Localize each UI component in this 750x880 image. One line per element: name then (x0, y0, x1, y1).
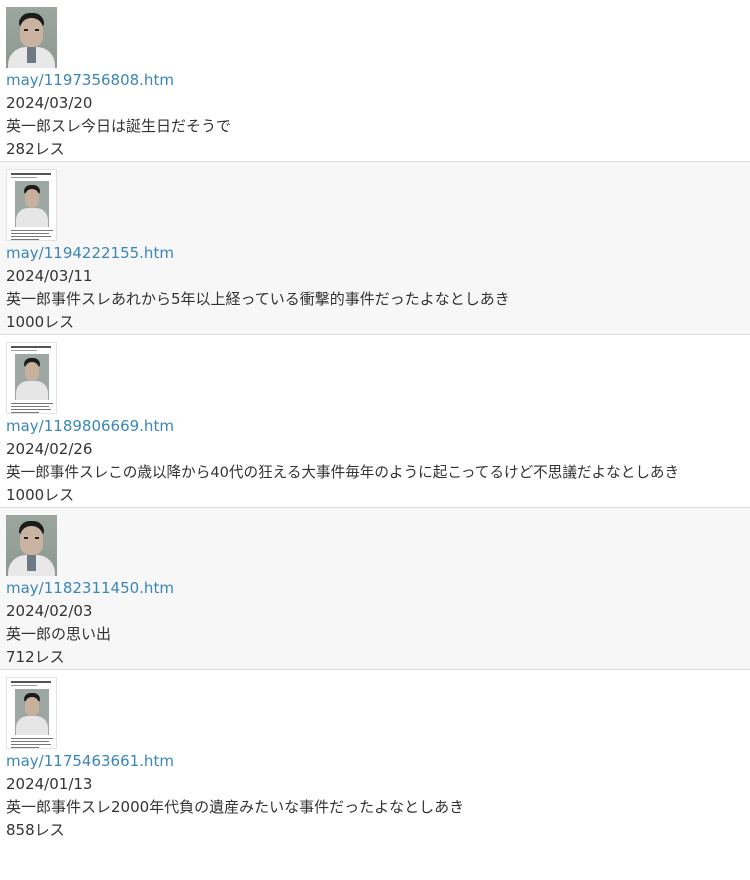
thread-link[interactable]: may/1175463661.htm (6, 750, 750, 773)
thread-title: 英一郎事件スレこの歳以降から40代の狂える大事件毎年のように起こってるけど不思議… (6, 464, 680, 481)
thread-entry: may/1197356808.htm 2024/03/20 英一郎スレ今日は誕生… (0, 0, 750, 162)
thread-link[interactable]: may/1194222155.htm (6, 242, 750, 265)
thread-date: 2024/02/03 (6, 602, 93, 620)
thread-entry: may/1182311450.htm 2024/02/03 英一郎の思い出 71… (0, 508, 750, 670)
thread-reply-count: 282レス (6, 140, 65, 158)
thread-reply-count: 1000レス (6, 486, 75, 504)
thread-link[interactable]: may/1182311450.htm (6, 577, 750, 600)
thread-title: 英一郎事件スレあれから5年以上経っている衝撃的事件だったよなとしあき (6, 290, 510, 308)
thread-list: may/1197356808.htm 2024/03/20 英一郎スレ今日は誕生… (0, 0, 750, 842)
thread-thumbnail[interactable] (6, 515, 57, 576)
thread-reply-count: 858レス (6, 821, 65, 839)
thread-entry: may/1194222155.htm 2024/03/11 英一郎事件スレあれか… (0, 162, 750, 335)
thread-thumbnail[interactable] (6, 677, 57, 749)
thread-reply-count: 712レス (6, 648, 65, 666)
thread-date: 2024/02/26 (6, 440, 93, 458)
thread-date: 2024/01/13 (6, 775, 93, 793)
thread-thumbnail[interactable] (6, 169, 57, 241)
thread-thumbnail[interactable] (6, 342, 57, 414)
thread-date: 2024/03/20 (6, 94, 93, 112)
thread-date: 2024/03/11 (6, 267, 93, 285)
thread-reply-count: 1000レス (6, 313, 75, 331)
thread-link[interactable]: may/1189806669.htm (6, 415, 750, 438)
thread-thumbnail[interactable] (6, 7, 57, 68)
thread-title: 英一郎スレ今日は誕生日だそうで (6, 117, 232, 135)
thread-link[interactable]: may/1197356808.htm (6, 69, 750, 92)
thread-entry: may/1175463661.htm 2024/01/13 英一郎事件スレ200… (0, 670, 750, 842)
thread-entry: may/1189806669.htm 2024/02/26 英一郎事件スレこの歳… (0, 335, 750, 508)
thread-title: 英一郎の思い出 (6, 625, 112, 643)
thread-title: 英一郎事件スレ2000年代負の遺産みたいな事件だったよなとしあき (6, 798, 465, 816)
